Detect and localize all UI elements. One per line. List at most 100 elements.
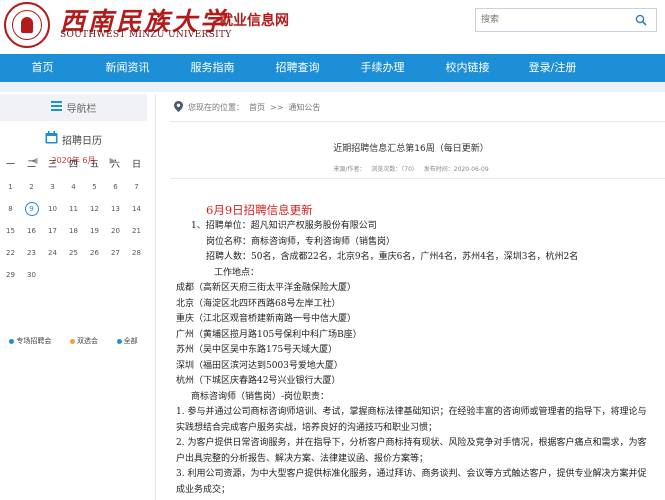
calendar-day[interactable]: 23	[21, 242, 42, 264]
article-paragraph: 重庆（江北区观音桥建新南路一号中信大厦）	[176, 314, 357, 324]
legend-dual-selection[interactable]: 双选会	[69, 336, 98, 346]
nav-login[interactable]: 登录/注册	[510, 54, 595, 82]
breadcrumb: 您现在的位置： 首页 >> 通知公告	[156, 94, 665, 121]
breadcrumb-divider	[170, 121, 665, 122]
breadcrumb-prefix: 您现在的位置：	[188, 103, 244, 112]
university-english-name: SOUTHWEST MINZU UNIVERSITY	[60, 30, 232, 40]
today-marker: 9	[24, 202, 39, 216]
calendar-day[interactable]: 22	[0, 242, 21, 264]
search-input[interactable]	[476, 9, 626, 31]
calendar-day[interactable]: 26	[84, 242, 105, 264]
sidebar-nav-label: 导航栏	[66, 104, 97, 115]
weekday-label: 三	[47, 160, 57, 170]
article-paragraph: 1、招聘单位：超凡知识产权服务股份有限公司	[191, 221, 377, 231]
article-meta: 来源/作者： 浏览次数：（70） 发布时间：2020-06-09	[333, 166, 489, 173]
article-title: 近期招聘信息汇总第16周（每日更新）	[333, 144, 489, 154]
calendar-day[interactable]: 17	[42, 220, 63, 242]
article-paragraph: 2. 为客户提供日常咨询服务，并在指导下，分析客户商标持有现状、风险及竞争对手情…	[176, 438, 647, 464]
article-paragraph: 招聘人数：50名，含成都22名，北京9名，重庆6名，广州4名，苏州4名，深圳3名…	[206, 252, 579, 262]
calendar-day[interactable]: 1	[0, 176, 21, 198]
breadcrumb-current[interactable]: 通知公告	[288, 102, 320, 113]
calendar-weekday-row: 一 二 三 四 五 六 日	[0, 154, 147, 176]
weekday-label: 六	[110, 160, 120, 170]
calendar-day[interactable]: 6	[105, 176, 126, 198]
weekday-label: 五	[89, 160, 99, 170]
calendar-day[interactable]: 30	[21, 264, 42, 286]
nav-campus-links[interactable]: 校内链接	[425, 54, 510, 82]
main-nav: 首页 新闻资讯 服务指南 招聘查询 手续办理 校内链接 登录/注册	[0, 54, 665, 82]
calendar-day[interactable]: 27	[105, 242, 126, 264]
calendar-day[interactable]: 20	[105, 220, 126, 242]
article-paragraph: 1. 参与并通过公司商标咨询师培训、考试，掌握商标法律基础知识；在经验丰富的咨询…	[176, 407, 647, 433]
article-paragraph: 广州（黄埔区揽月路105号保利中科广场B座）	[176, 329, 362, 340]
calendar-day[interactable]: 14	[126, 198, 147, 220]
nav-procedures[interactable]: 手续办理	[340, 54, 425, 82]
nav-guide[interactable]: 服务指南	[170, 54, 255, 82]
calendar-day[interactable]: 13	[105, 198, 126, 220]
weekday-label: 二	[26, 160, 36, 170]
calendar-day[interactable]: 5	[84, 176, 105, 198]
calendar-day-today[interactable]: 9	[21, 198, 42, 220]
article-paragraph: 成都（高新区天府三街太平洋金融保险大厦）	[176, 283, 357, 293]
calendar-week-row: 29 30	[0, 264, 147, 286]
site-header: 西南民族大学 SOUTHWEST MINZU UNIVERSITY 就业信息网	[0, 0, 665, 54]
weekday-label: 日	[131, 160, 141, 170]
calendar-day[interactable]: 16	[21, 220, 42, 242]
calendar-week-row: 8 9 10 11 12 13 14	[0, 198, 147, 220]
calendar-day[interactable]: 3	[42, 176, 63, 198]
calendar-day[interactable]: 4	[63, 176, 84, 198]
calendar-day[interactable]: 8	[0, 198, 21, 220]
calendar-day[interactable]: 7	[126, 176, 147, 198]
calendar-day[interactable]: 18	[63, 220, 84, 242]
article-paragraph: 工作地点：	[214, 267, 260, 278]
weekday-label: 一	[5, 160, 15, 170]
nav-news[interactable]: 新闻资讯	[85, 54, 170, 82]
calendar-week-row: 1 2 3 4 5 6 7	[0, 176, 147, 198]
sidebar-nav-header[interactable]: 导航栏	[0, 94, 147, 121]
article-paragraph: 岗位名称：商标咨询师，专利咨询师（销售岗）	[206, 236, 396, 247]
calendar-day[interactable]: 25	[63, 242, 84, 264]
weekday-label: 四	[68, 160, 78, 170]
calendar-title: 招聘日历	[0, 127, 147, 151]
site-name: 就业信息网	[219, 13, 289, 29]
article-paragraph: 3. 利用公司资源，为中大型客户提供标准化服务，通过拜访、商务谈判、会议等方式触…	[176, 469, 647, 495]
legend-label: 全部	[123, 337, 138, 345]
calendar-legend: 专场招聘会 双选会 全部	[0, 336, 147, 346]
calendar-day[interactable]: 11	[63, 198, 84, 220]
calendar-day[interactable]: 12	[84, 198, 105, 220]
calendar-day[interactable]: 10	[42, 198, 63, 220]
sidebar: 导航栏 招聘日历 ◀ 2020年 6月 ▶ 一 二 三 四 五 六 日 1 2 …	[0, 94, 147, 500]
article-paragraph: 苏州（吴中区吴中东路175号天域大厦）	[176, 345, 338, 355]
legend-job-fair[interactable]: 专场招聘会	[9, 336, 51, 346]
menu-icon	[50, 101, 62, 114]
calendar-icon	[45, 131, 58, 147]
article-panel: 您现在的位置： 首页 >> 通知公告 近期招聘信息汇总第16周（每日更新） 来源…	[155, 94, 665, 500]
breadcrumb-separator: >>	[270, 103, 284, 112]
calendar-day[interactable]: 19	[84, 220, 105, 242]
legend-label: 双选会	[76, 337, 98, 345]
university-seal-logo[interactable]	[4, 2, 50, 48]
nav-divider	[0, 82, 665, 92]
calendar-week-row: 22 23 24 25 26 27 28	[0, 242, 147, 264]
blue-dot-icon	[9, 338, 15, 344]
calendar-day[interactable]: 21	[126, 220, 147, 242]
breadcrumb-home[interactable]: 首页	[249, 102, 265, 113]
calendar-day[interactable]: 2	[21, 176, 42, 198]
article-paragraph: 商标咨询师（销售岗）-岗位职责：	[191, 391, 330, 402]
legend-all[interactable]: 全部	[116, 336, 138, 346]
calendar-day[interactable]: 28	[126, 242, 147, 264]
calendar-day[interactable]: 24	[42, 242, 63, 264]
meta-divider	[170, 178, 665, 179]
calendar-day[interactable]: 29	[0, 264, 21, 286]
update-heading: 6月9日招聘信息更新	[206, 203, 313, 217]
legend-label: 专场招聘会	[16, 337, 52, 345]
calendar-title-label: 招聘日历	[62, 135, 102, 147]
article-paragraph: 北京（海淀区北四环西路68号左岸工社）	[176, 298, 341, 309]
nav-home[interactable]: 首页	[0, 54, 85, 82]
calendar-day[interactable]: 15	[0, 220, 21, 242]
article-body: 6月9日招聘信息更新 1、招聘单位：超凡知识产权服务股份有限公司 岗位名称：商标…	[176, 202, 654, 498]
search-icon[interactable]	[626, 9, 656, 31]
calendar-grid: 一 二 三 四 五 六 日 1 2 3 4 5 6 7 8 9 10 11 12…	[0, 154, 147, 286]
nav-recruitment[interactable]: 招聘查询	[255, 54, 340, 82]
search-box	[475, 8, 657, 32]
